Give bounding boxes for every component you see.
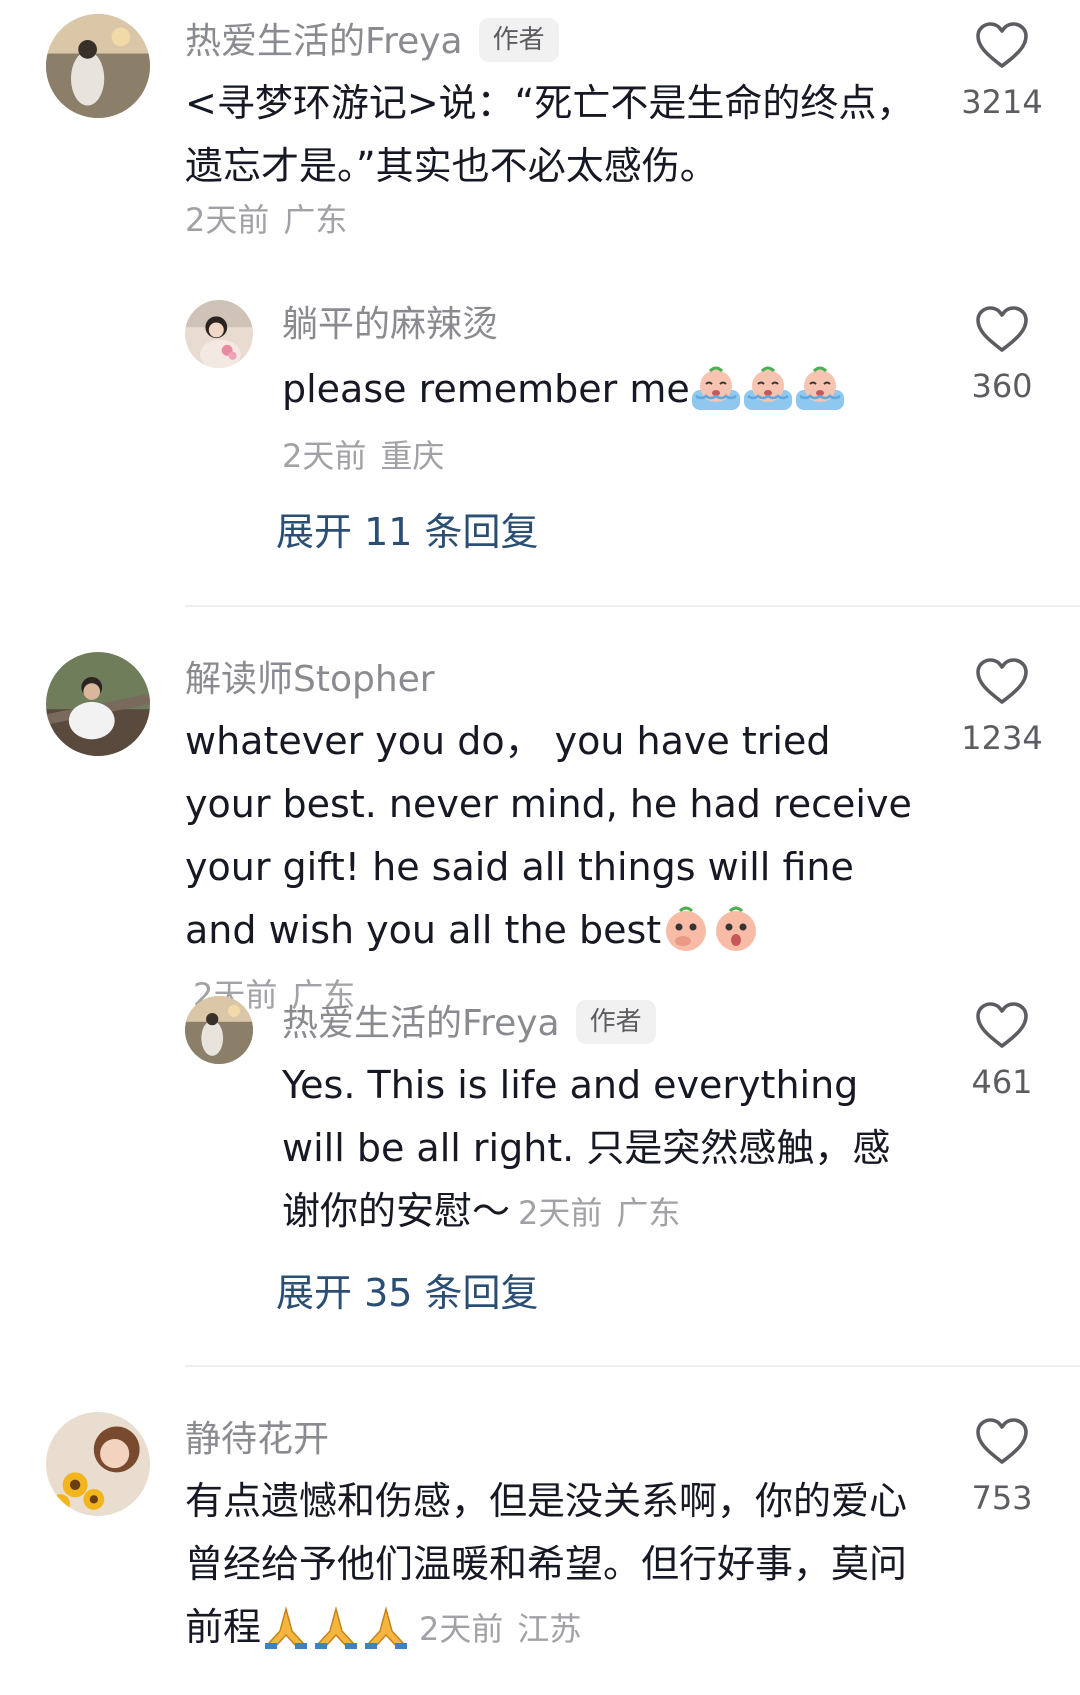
like-button[interactable]: 360 xyxy=(942,306,1062,406)
comment-text: whatever you do， you have tried your bes… xyxy=(185,719,912,1014)
crying-bath-emoji xyxy=(690,362,742,414)
praying-hands-emoji xyxy=(261,1601,311,1651)
avatar[interactable] xyxy=(46,652,150,756)
reply-text: Yes. This is life and everything will be… xyxy=(282,1063,891,1233)
author-badge: 作者 xyxy=(575,1000,656,1044)
heart-icon[interactable] xyxy=(975,658,1029,706)
comment-time: 2天前 xyxy=(185,201,270,239)
reply-username[interactable]: 热爱生活的Freya 作者 xyxy=(282,1000,656,1048)
divider xyxy=(185,605,1080,607)
heart-icon[interactable] xyxy=(975,306,1029,354)
crying-bath-emoji xyxy=(742,362,794,414)
reply-text: please remember me xyxy=(282,358,922,421)
comment-location: 江苏 xyxy=(517,1610,582,1648)
comment-location: 广东 xyxy=(283,201,348,239)
comment-text: <寻梦环游记>说：“死亡不是生命的终点，遗忘才是。”其实也不必太感伤。 xyxy=(185,81,915,188)
like-button[interactable]: 1234 xyxy=(942,658,1062,758)
heart-icon[interactable] xyxy=(975,22,1029,70)
shocked-emoji xyxy=(711,904,761,954)
comment-username[interactable]: 静待花开 xyxy=(185,1416,329,1464)
comment-username[interactable]: 热爱生活的Freya 作者 xyxy=(185,18,559,66)
praying-hands-emoji xyxy=(311,1601,361,1651)
expand-replies-link[interactable]: 展开 11 条回复 xyxy=(276,507,539,557)
avatar[interactable] xyxy=(185,996,253,1064)
like-count: 1234 xyxy=(961,719,1043,757)
comment-username[interactable]: 解读师Stopher xyxy=(185,656,435,704)
expand-replies-link[interactable]: 展开 35 条回复 xyxy=(276,1268,539,1318)
like-button[interactable]: 461 xyxy=(942,1002,1062,1102)
like-button[interactable]: 753 xyxy=(942,1418,1062,1518)
reply-username[interactable]: 躺平的麻辣烫 xyxy=(282,301,498,349)
like-count: 753 xyxy=(971,1479,1033,1517)
crying-bath-emoji xyxy=(794,362,846,414)
avatar[interactable] xyxy=(185,300,253,368)
like-count: 461 xyxy=(971,1063,1033,1101)
divider xyxy=(185,1365,1080,1367)
reply-location: 广东 xyxy=(616,1194,681,1232)
reply-meta: 2天前 重庆 xyxy=(282,434,444,478)
comment-meta: 2天前 江苏 xyxy=(419,1610,581,1648)
reply-time: 2天前 xyxy=(518,1194,603,1232)
covering-mouth-emoji xyxy=(661,904,711,954)
reply-meta: 2天前 广东 xyxy=(518,1194,680,1232)
praying-hands-emoji xyxy=(361,1601,411,1651)
heart-icon[interactable] xyxy=(975,1418,1029,1466)
comment-list: 热爱生活的Freya 作者 <寻梦环游记>说：“死亡不是生命的终点，遗忘才是。”其… xyxy=(0,0,1080,1695)
avatar[interactable] xyxy=(46,14,150,118)
like-button[interactable]: 3214 xyxy=(942,22,1062,122)
avatar[interactable] xyxy=(46,1412,150,1516)
comment-time: 2天前 xyxy=(419,1610,504,1648)
reply-location: 重庆 xyxy=(380,437,445,475)
like-count: 3214 xyxy=(961,83,1043,121)
comment-meta: 2天前 广东 xyxy=(185,198,347,242)
heart-icon[interactable] xyxy=(975,1002,1029,1050)
like-count: 360 xyxy=(971,367,1033,405)
author-badge: 作者 xyxy=(478,18,559,62)
reply-time: 2天前 xyxy=(282,437,367,475)
comment-text: 有点遗憾和伤感，但是没关系啊，你的爱心曾经给予他们温暖和希望。但行好事，莫问前程… xyxy=(185,1479,908,1651)
